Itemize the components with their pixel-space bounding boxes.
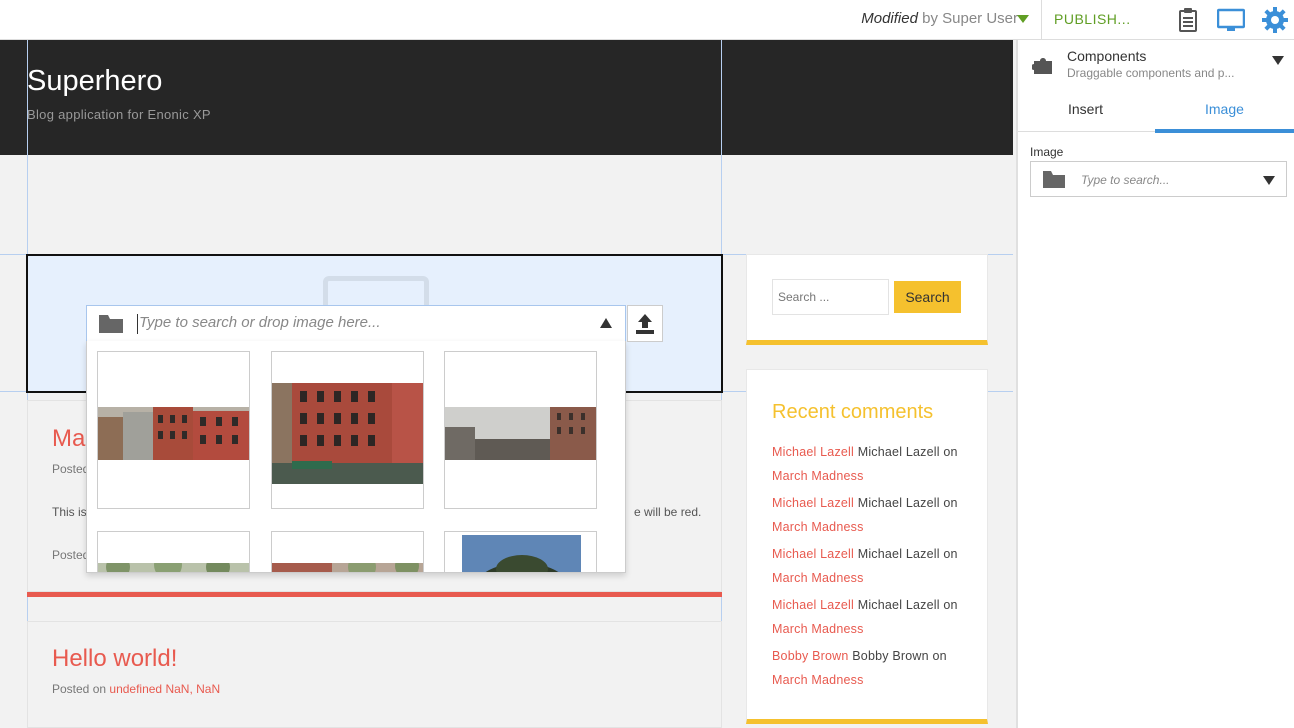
image-selector-combobox[interactable]: Type to search or drop image here... <box>86 305 626 342</box>
comment-post-link[interactable]: March Madness <box>772 571 864 585</box>
comment-on: on <box>943 445 958 459</box>
post-excerpt-end: e will be red. <box>634 505 702 519</box>
top-toolbar: Modified by Super User PUBLISH... <box>0 0 1294 40</box>
comment-author-link[interactable]: Michael Lazell <box>772 496 854 510</box>
red-brick-building-image <box>272 383 423 484</box>
street-fire-escapes-image <box>98 407 249 460</box>
comment-author-link[interactable]: Michael Lazell <box>772 445 854 459</box>
comment-post-link[interactable]: March Madness <box>772 469 864 483</box>
puzzle-icon <box>1031 54 1054 81</box>
image-thumbnail[interactable] <box>97 531 250 572</box>
comment-name: Michael Lazell <box>857 547 940 561</box>
comment-post-link[interactable]: March Madness <box>772 622 864 636</box>
recent-comments-title: Recent comments <box>772 401 934 423</box>
comment-author-link[interactable]: Bobby Brown <box>772 649 849 663</box>
search-widget: Search ... Search <box>746 254 988 345</box>
panel-subtitle: Draggable components and p... <box>1067 66 1235 80</box>
post-excerpt-start: This is <box>52 505 87 519</box>
components-panel: Components Draggable components and p...… <box>1016 40 1294 728</box>
gear-icon[interactable] <box>1261 6 1289 34</box>
collapse-arrow-icon[interactable] <box>600 318 612 328</box>
panel-collapse-icon[interactable] <box>1272 56 1284 65</box>
comment-author-link[interactable]: Michael Lazell <box>772 547 854 561</box>
image-thumbnail[interactable] <box>271 351 424 509</box>
post-meta: Posted on undefined NaN, NaN <box>52 682 220 696</box>
image-thumbnail[interactable] <box>97 351 250 509</box>
chevron-down-icon[interactable] <box>1263 176 1275 185</box>
post-divider <box>27 592 722 597</box>
post-hello-world: Hello world! Posted on undefined NaN, Na… <box>27 621 722 728</box>
post-meta-prefix: Posted on <box>52 682 107 696</box>
active-tab-indicator <box>1155 129 1294 133</box>
comment-on: on <box>943 598 958 612</box>
tab-insert[interactable]: Insert <box>1068 101 1103 117</box>
image-field-label: Image <box>1030 145 1064 159</box>
comment-on: on <box>943 547 958 561</box>
upload-icon <box>628 314 662 345</box>
panel-image-search-input[interactable]: Type to search... <box>1081 173 1169 187</box>
site-header: Superhero Blog application for Enonic XP <box>0 40 1013 155</box>
folder-icon[interactable] <box>1043 171 1065 193</box>
post-date-link[interactable]: undefined NaN, NaN <box>109 682 220 696</box>
trees-street-image <box>98 563 249 572</box>
post-footer: Posted <box>52 548 90 562</box>
comment-name: Bobby Brown <box>852 649 929 663</box>
modified-label: Modified <box>861 10 918 27</box>
image-thumbnail-grid <box>86 341 626 573</box>
comment-item: Michael Lazell Michael Lazell on March M… <box>772 542 982 593</box>
site-subtitle: Blog application for Enonic XP <box>27 107 211 122</box>
comment-on: on <box>943 496 958 510</box>
upload-button[interactable] <box>627 305 663 342</box>
building-trees-image <box>272 563 423 572</box>
image-thumbnail[interactable] <box>271 531 424 572</box>
comment-post-link[interactable]: March Madness <box>772 520 864 534</box>
panel-title: Components <box>1067 48 1147 64</box>
post-meta: Posted <box>52 462 90 476</box>
comment-item: Michael Lazell Michael Lazell on March M… <box>772 440 982 491</box>
image-thumbnail[interactable] <box>444 531 597 572</box>
comment-name: Michael Lazell <box>857 496 940 510</box>
panel-image-combobox[interactable]: Type to search... <box>1030 161 1287 197</box>
comment-author-link[interactable]: Michael Lazell <box>772 598 854 612</box>
post-title[interactable]: Hello world! <box>52 645 177 673</box>
comment-name: Michael Lazell <box>857 598 940 612</box>
site-title: Superhero <box>27 65 163 97</box>
clipboard-icon[interactable] <box>1174 6 1202 34</box>
comment-item: Bobby Brown Bobby Brown on March Madness <box>772 644 982 695</box>
recent-comments-widget: Recent comments Michael Lazell Michael L… <box>746 369 988 724</box>
recent-comments-list: Michael Lazell Michael Lazell on March M… <box>772 440 982 695</box>
modified-by: by Super User <box>922 10 1018 27</box>
sidebar-search-button[interactable]: Search <box>894 281 961 313</box>
panel-tabs: Insert Image <box>1018 90 1294 133</box>
image-thumbnail[interactable] <box>444 351 597 509</box>
sky-tree-image <box>462 535 581 572</box>
toolbar-divider <box>1041 0 1042 40</box>
comment-on: on <box>932 649 947 663</box>
foggy-street-image <box>445 407 596 460</box>
tab-image[interactable]: Image <box>1205 101 1244 117</box>
text-cursor <box>137 314 138 334</box>
publish-button[interactable]: PUBLISH... <box>1054 11 1131 27</box>
monitor-icon[interactable] <box>1216 6 1246 34</box>
comment-item: Michael Lazell Michael Lazell on March M… <box>772 491 982 542</box>
comment-post-link[interactable]: March Madness <box>772 673 864 687</box>
image-search-input[interactable]: Type to search or drop image here... <box>139 314 381 331</box>
comment-item: Michael Lazell Michael Lazell on March M… <box>772 593 982 644</box>
sidebar-search-input[interactable]: Search ... <box>772 279 889 315</box>
comment-name: Michael Lazell <box>857 445 940 459</box>
modified-status: Modified by Super User <box>861 10 1018 27</box>
folder-icon[interactable] <box>99 315 123 338</box>
publish-menu-dropdown-icon[interactable] <box>1017 15 1029 23</box>
